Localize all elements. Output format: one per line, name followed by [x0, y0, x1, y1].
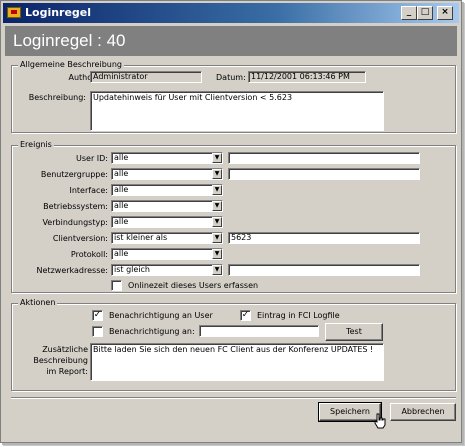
connection-type-combo[interactable]: alle ▼	[111, 216, 223, 228]
event-group: Ereignis User ID: alle ▼ Benutzergruppe: …	[11, 140, 456, 293]
client-version-label: Clientversion:	[52, 234, 108, 243]
user-id-label: User ID:	[76, 154, 108, 163]
notify-user-label: Benachrichtigung an User	[109, 311, 213, 320]
online-time-checkbox[interactable]	[111, 280, 122, 291]
online-time-label: Onlinezeit dieses Users erfassen	[128, 281, 259, 290]
close-button[interactable]: ×	[437, 6, 453, 20]
date-field: 11/12/2001 06:13:46 PM	[248, 71, 366, 83]
chevron-down-icon[interactable]: ▼	[212, 169, 222, 179]
user-group-combo[interactable]: alle ▼	[111, 168, 223, 180]
connection-type-label: Verbindungstyp:	[42, 218, 108, 227]
chevron-down-icon[interactable]: ▼	[212, 249, 222, 259]
os-combo[interactable]: alle ▼	[111, 200, 223, 212]
fci-log-label: Eintrag in FCI Logfile	[257, 311, 340, 320]
bottom-divider	[11, 397, 456, 399]
app-icon	[7, 7, 21, 18]
extra-description-label-3: im Report:	[46, 367, 88, 376]
event-group-legend: Ereignis	[18, 140, 54, 150]
network-address-combo[interactable]: ist gleich ▼	[111, 264, 223, 276]
check-icon: ✓	[93, 310, 102, 320]
extra-description-field[interactable]: Bitte laden Sie sich den neuen FC Client…	[90, 343, 384, 381]
general-group: Allgemeine Beschreibung Author: Administ…	[11, 60, 456, 133]
notify-to-input[interactable]	[199, 325, 319, 337]
extra-description-label-2: Beschreibung	[33, 356, 88, 365]
notify-to-checkbox[interactable]	[92, 326, 103, 337]
chevron-down-icon[interactable]: ▼	[212, 217, 222, 227]
interface-label: Interface:	[69, 186, 108, 195]
os-label: Betriebssystem:	[43, 202, 108, 211]
protocol-label: Protokoll:	[70, 250, 108, 259]
fci-log-checkbox[interactable]: ✓	[240, 310, 251, 321]
notify-to-label: Benachrichtigung an:	[109, 327, 195, 336]
protocol-combo[interactable]: alle ▼	[111, 248, 223, 260]
check-icon: ✓	[241, 310, 250, 320]
user-id-combo[interactable]: alle ▼	[111, 152, 223, 164]
user-group-input[interactable]	[228, 168, 420, 180]
user-id-input[interactable]	[228, 152, 420, 164]
author-field: Administrator	[90, 71, 202, 83]
date-label: Datum:	[216, 73, 246, 82]
general-group-legend: Allgemeine Beschreibung	[18, 60, 124, 70]
chevron-down-icon[interactable]: ▼	[212, 153, 222, 163]
window-title: Loginregel	[25, 6, 92, 19]
chevron-down-icon[interactable]: ▼	[212, 201, 222, 211]
extra-description-label-1: Zusätzliche	[42, 345, 88, 354]
title-bar[interactable]: Loginregel _ □ ×	[3, 3, 459, 23]
description-label: Beschreibung:	[28, 93, 86, 102]
notify-user-checkbox[interactable]: ✓	[92, 310, 103, 321]
page-title: Loginregel : 40	[5, 26, 457, 56]
minimize-button[interactable]: _	[401, 6, 417, 20]
hand-cursor-icon	[374, 413, 386, 429]
user-group-label: Benutzergruppe:	[40, 170, 108, 179]
chevron-down-icon[interactable]: ▼	[212, 233, 222, 243]
network-address-label: Netzwerkadresse:	[36, 266, 108, 275]
cancel-button[interactable]: Abbrechen	[390, 403, 456, 421]
network-address-input[interactable]	[228, 264, 420, 276]
actions-group-legend: Aktionen	[18, 298, 58, 308]
save-button[interactable]: Speichern	[318, 402, 382, 422]
test-button[interactable]: Test	[325, 323, 383, 341]
description-field[interactable]: Updatehinweis für User mit Clientversion…	[90, 91, 384, 131]
interface-combo[interactable]: alle ▼	[111, 184, 223, 196]
client-version-combo[interactable]: ist kleiner als ▼	[111, 232, 223, 244]
chevron-down-icon[interactable]: ▼	[212, 185, 222, 195]
maximize-button[interactable]: □	[417, 6, 433, 20]
actions-group: Aktionen ✓ Benachrichtigung an User ✓ Ei…	[11, 298, 456, 391]
chevron-down-icon[interactable]: ▼	[212, 265, 222, 275]
client-version-input[interactable]: 5623	[228, 232, 420, 244]
login-rule-window: Loginregel _ □ × Loginregel : 40 Allgeme…	[0, 0, 462, 443]
